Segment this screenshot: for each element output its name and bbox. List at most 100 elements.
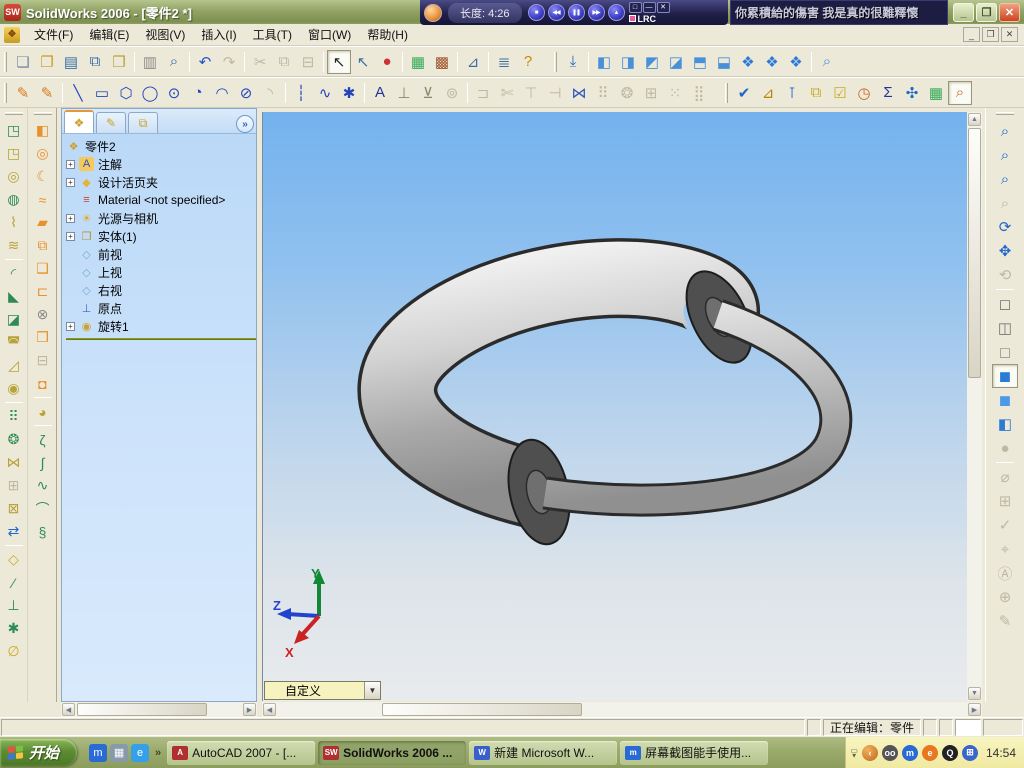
section-properties-button[interactable]: ⧉ xyxy=(804,81,828,105)
undo-button[interactable]: ↶ xyxy=(193,50,217,74)
line-button[interactable]: ╲ xyxy=(66,81,90,105)
tray-maxthon-icon[interactable]: m xyxy=(901,744,918,761)
circular-pattern-button[interactable]: ❂ xyxy=(1,428,26,451)
tree-item-part-root[interactable]: ❖ 零件2 xyxy=(66,137,256,155)
fillet-feature-button[interactable]: ◜ xyxy=(1,262,26,285)
reference-axis-button[interactable]: ⁄ xyxy=(1,571,26,594)
select-filter-button[interactable]: ↖ xyxy=(351,50,375,74)
ellipse-button[interactable]: ⊘ xyxy=(234,81,258,105)
view-back-button[interactable]: ◨ xyxy=(616,50,640,74)
delete-face-button[interactable]: ⊗ xyxy=(30,303,55,326)
revolved-boss-button[interactable]: ◎ xyxy=(1,165,26,188)
planar-surface-button[interactable]: ▰ xyxy=(30,211,55,234)
tree-item-origin[interactable]: +⊥原点 xyxy=(66,299,256,317)
toolbar-grip[interactable] xyxy=(4,112,23,115)
tree-item-right-plane[interactable]: +◇右视 xyxy=(66,281,256,299)
tree-item-top-plane[interactable]: +◇上视 xyxy=(66,263,256,281)
split-line-button[interactable]: ζ xyxy=(30,428,55,451)
select-button[interactable]: ↖ xyxy=(327,49,351,74)
swept-surface-button[interactable]: ☾ xyxy=(30,165,55,188)
swept-boss-button[interactable]: ⌇ xyxy=(1,211,26,234)
tree-item-solid-bodies[interactable]: + ❒ 实体(1) xyxy=(66,227,256,245)
tree-expand-button[interactable]: + xyxy=(66,321,75,331)
reference-point-button[interactable]: ✱ xyxy=(1,617,26,640)
quicklaunch-ie[interactable]: e xyxy=(131,743,150,762)
revolved-cut-button[interactable]: ◍ xyxy=(1,188,26,211)
project-curve-button[interactable]: ∫ xyxy=(30,451,55,474)
tray-eyes-icon[interactable]: oo xyxy=(881,744,898,761)
tab-propertymanager[interactable]: ✎ xyxy=(96,112,126,133)
mdi-close-button[interactable]: ✕ xyxy=(1001,27,1018,42)
scroll-left-button[interactable]: ◀ xyxy=(263,703,276,716)
view-dimetric-button[interactable]: ❖ xyxy=(784,50,808,74)
view-top-button[interactable]: ⬒ xyxy=(688,50,712,74)
toolbar-grip[interactable] xyxy=(33,112,52,115)
fillet-surface-button[interactable]: ◕ xyxy=(30,400,55,423)
shaded-button[interactable]: ◼ xyxy=(992,388,1018,412)
scroll-right-button[interactable]: ▶ xyxy=(243,703,256,716)
draft-button[interactable]: ◿ xyxy=(1,354,26,377)
sketch-3d-button[interactable]: ✎ xyxy=(35,81,59,105)
tree-item-lights-cameras[interactable]: + ☀ 光源与相机 xyxy=(66,209,256,227)
options-button[interactable]: ≣ xyxy=(492,50,516,74)
tree-item-front-plane[interactable]: +◇前视 xyxy=(66,245,256,263)
spline-button[interactable]: ∿ xyxy=(313,81,337,105)
graphics-viewport[interactable]: Y Z X 自定义 ▼ xyxy=(262,112,967,701)
help-button[interactable]: ? xyxy=(516,50,540,74)
scroll-right-button[interactable]: ▶ xyxy=(968,703,981,716)
menu-insert[interactable]: 插入(I) xyxy=(193,23,244,46)
mdi-restore-button[interactable]: ❐ xyxy=(982,27,999,42)
tray-flashget-icon[interactable]: e xyxy=(921,744,938,761)
texture-button[interactable]: ▩ xyxy=(430,50,454,74)
print-preview-button[interactable]: ⌕ xyxy=(162,50,186,74)
close-button[interactable]: ✕ xyxy=(999,3,1020,22)
thicken-button[interactable]: ◘ xyxy=(30,372,55,395)
minimize-button[interactable]: _ xyxy=(953,3,974,22)
hidden-lines-removed-button[interactable]: ◻ xyxy=(992,340,1018,364)
menu-edit[interactable]: 编辑(E) xyxy=(81,23,137,46)
tray-network-icon[interactable]: ⊞ xyxy=(961,744,978,761)
tree-expand-button[interactable]: + xyxy=(66,177,75,187)
lofted-surface-button[interactable]: ≈ xyxy=(30,188,55,211)
design-table-button[interactable]: ▦ xyxy=(924,81,948,105)
zoom-to-fit-button[interactable]: ⌕ xyxy=(992,119,1018,143)
task-screenshot[interactable]: m 屏幕截图能手使用... xyxy=(620,740,769,765)
player-pause-button[interactable]: ❚❚ xyxy=(567,4,585,21)
save-button[interactable]: ▤ xyxy=(59,50,83,74)
section-view-button[interactable]: ◧ xyxy=(992,412,1018,436)
hole-wizard-button[interactable]: ◉ xyxy=(1,377,26,400)
scroll-thumb[interactable] xyxy=(77,703,207,716)
tray-collapse-button[interactable]: ▭ ▾ xyxy=(850,746,858,759)
circle-button[interactable]: ◯ xyxy=(138,81,162,105)
shell-button[interactable]: ◚ xyxy=(1,331,26,354)
view-right-button[interactable]: ◪ xyxy=(664,50,688,74)
rollback-bar[interactable] xyxy=(66,338,256,340)
shaded-with-edges-button[interactable]: ◼ xyxy=(992,364,1018,388)
helix-spiral-button[interactable]: § xyxy=(30,520,55,543)
delete-body-button[interactable]: ⊠ xyxy=(1,497,26,520)
check-entity-button[interactable]: ☑ xyxy=(828,81,852,105)
normal-to-button[interactable]: ⤓ xyxy=(561,50,585,74)
perimeter-circle-button[interactable]: ⊙ xyxy=(162,81,186,105)
coordinate-system-button[interactable]: ⊥ xyxy=(1,594,26,617)
point-button[interactable]: ✱ xyxy=(337,81,361,105)
toolbar-grip[interactable] xyxy=(996,112,1014,115)
measure-dropdown-button[interactable]: ⊿ xyxy=(461,50,485,74)
tree-expand-button[interactable]: + xyxy=(66,159,75,169)
tree-item-revolve1[interactable]: + ◉ 旋转1 xyxy=(66,317,256,335)
viewport-vertical-scrollbar[interactable]: ▲ ▼ xyxy=(967,112,982,701)
scroll-down-button[interactable]: ▼ xyxy=(968,687,981,700)
toolbar-grip[interactable] xyxy=(554,51,557,72)
player-restore-button[interactable]: □ xyxy=(628,1,642,13)
tangent-arc-button[interactable]: ◠ xyxy=(210,81,234,105)
move-copy-body-button[interactable]: ⇄ xyxy=(1,520,26,543)
display-relations-button[interactable]: ⊻ xyxy=(416,81,440,105)
print-button[interactable]: ▥ xyxy=(138,50,162,74)
player-prev-button[interactable]: ◀◀ xyxy=(547,4,565,21)
quicklaunch-media[interactable]: ▦ xyxy=(110,743,129,762)
tray-qq-icon[interactable]: Q xyxy=(941,744,958,761)
menu-window[interactable]: 窗口(W) xyxy=(300,23,359,46)
reference-plane-button[interactable]: ◇ xyxy=(1,548,26,571)
menu-view[interactable]: 视图(V) xyxy=(137,23,193,46)
toolbar-grip[interactable] xyxy=(4,82,7,103)
